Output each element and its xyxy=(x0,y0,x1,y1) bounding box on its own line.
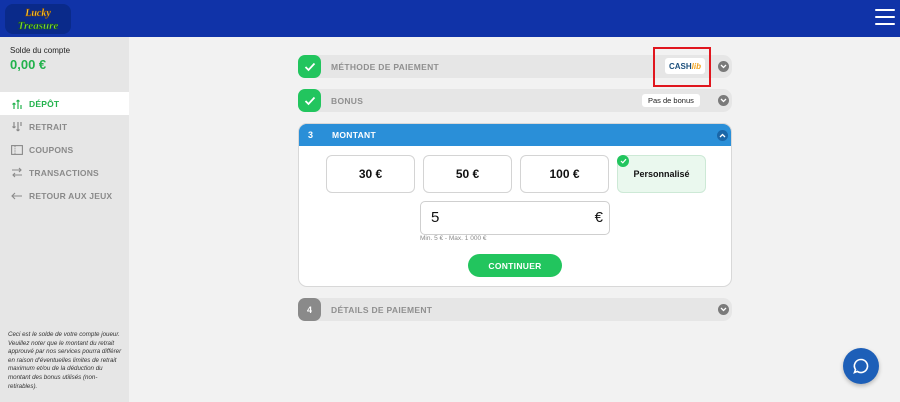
sidebar-item-label: RETRAIT xyxy=(29,121,68,132)
chat-button[interactable] xyxy=(843,348,879,384)
amount-option-30[interactable]: 30 € xyxy=(326,155,415,193)
step-title: MÉTHODE DE PAIEMENT xyxy=(331,61,440,72)
amount-option-50[interactable]: 50 € xyxy=(423,155,512,193)
selection-highlight-box xyxy=(653,47,711,87)
amount-options: 30 € 50 € 100 € Personnalisé xyxy=(326,155,731,193)
step-payment-method[interactable]: MÉTHODE DE PAIEMENT CASH lib xyxy=(298,47,732,87)
check-icon xyxy=(298,89,321,112)
deposit-icon xyxy=(10,98,24,110)
sidebar-item-label: DÉPÔT xyxy=(29,98,60,109)
step-title: BONUS xyxy=(331,95,364,106)
sidebar-item-label: RETOUR AUX JEUX xyxy=(29,190,113,201)
hamburger-menu-icon[interactable] xyxy=(875,9,895,27)
step-amount-header[interactable]: 3 MONTANT xyxy=(299,124,731,146)
svg-text:Treasure: Treasure xyxy=(18,20,59,32)
transactions-icon xyxy=(10,167,24,179)
sidebar-item-deposit[interactable]: DÉPÔT xyxy=(0,92,129,115)
sidebar-item-label: COUPONS xyxy=(29,144,74,155)
amount-option-label: Personnalisé xyxy=(633,169,690,179)
sidebar-nav: DÉPÔT RETRAIT COUPONS TRANSACTIONS RETOU… xyxy=(0,92,129,207)
back-arrow-icon xyxy=(10,190,24,202)
chevron-down-icon[interactable] xyxy=(718,61,729,72)
continue-button[interactable]: CONTINUER xyxy=(468,254,562,277)
amount-field[interactable]: € xyxy=(420,201,610,235)
withdraw-icon xyxy=(10,121,24,133)
step-bonus[interactable]: BONUS Pas de bonus xyxy=(298,89,732,112)
sidebar-item-back-to-games[interactable]: RETOUR AUX JEUX xyxy=(0,184,129,207)
account-sidebar: Solde du compte 0,00 € DÉPÔT RETRAIT COU… xyxy=(0,37,129,402)
sidebar-item-transactions[interactable]: TRANSACTIONS xyxy=(0,161,129,184)
balance-label: Solde du compte xyxy=(10,46,71,55)
step-number: 3 xyxy=(299,124,322,146)
check-icon xyxy=(617,155,629,167)
step-payment-details[interactable]: 4 DÉTAILS DE PAIEMENT xyxy=(298,298,732,321)
bonus-value-badge: Pas de bonus xyxy=(642,94,700,107)
step-title: MONTANT xyxy=(332,130,376,140)
amount-input[interactable] xyxy=(431,209,581,226)
deposit-panel: MÉTHODE DE PAIEMENT CASH lib BONUS Pas de… xyxy=(298,47,732,332)
coupon-icon xyxy=(10,144,24,156)
lucky-treasure-logo[interactable]: Lucky Treasure xyxy=(4,3,72,35)
amount-option-100[interactable]: 100 € xyxy=(520,155,609,193)
sidebar-item-label: TRANSACTIONS xyxy=(29,167,99,178)
amount-limits: Min. 5 € - Max. 1 000 € xyxy=(420,235,487,242)
check-icon xyxy=(298,55,321,78)
svg-text:Lucky: Lucky xyxy=(24,8,51,19)
step-title: DÉTAILS DE PAIEMENT xyxy=(331,304,433,315)
chevron-down-icon[interactable] xyxy=(718,304,729,315)
chat-bubble-icon xyxy=(853,358,869,374)
sidebar-item-coupons[interactable]: COUPONS xyxy=(0,138,129,161)
currency-symbol: € xyxy=(594,209,603,226)
step-number: 4 xyxy=(298,298,321,321)
sidebar-item-withdraw[interactable]: RETRAIT xyxy=(0,115,129,138)
top-bar: Lucky Treasure xyxy=(0,0,900,37)
balance-note: Ceci est le solde de votre compte joueur… xyxy=(8,331,122,390)
chevron-down-icon[interactable] xyxy=(718,95,729,106)
amount-option-custom[interactable]: Personnalisé xyxy=(617,155,706,193)
chevron-up-icon[interactable] xyxy=(717,130,728,141)
balance-value: 0,00 € xyxy=(10,57,47,72)
